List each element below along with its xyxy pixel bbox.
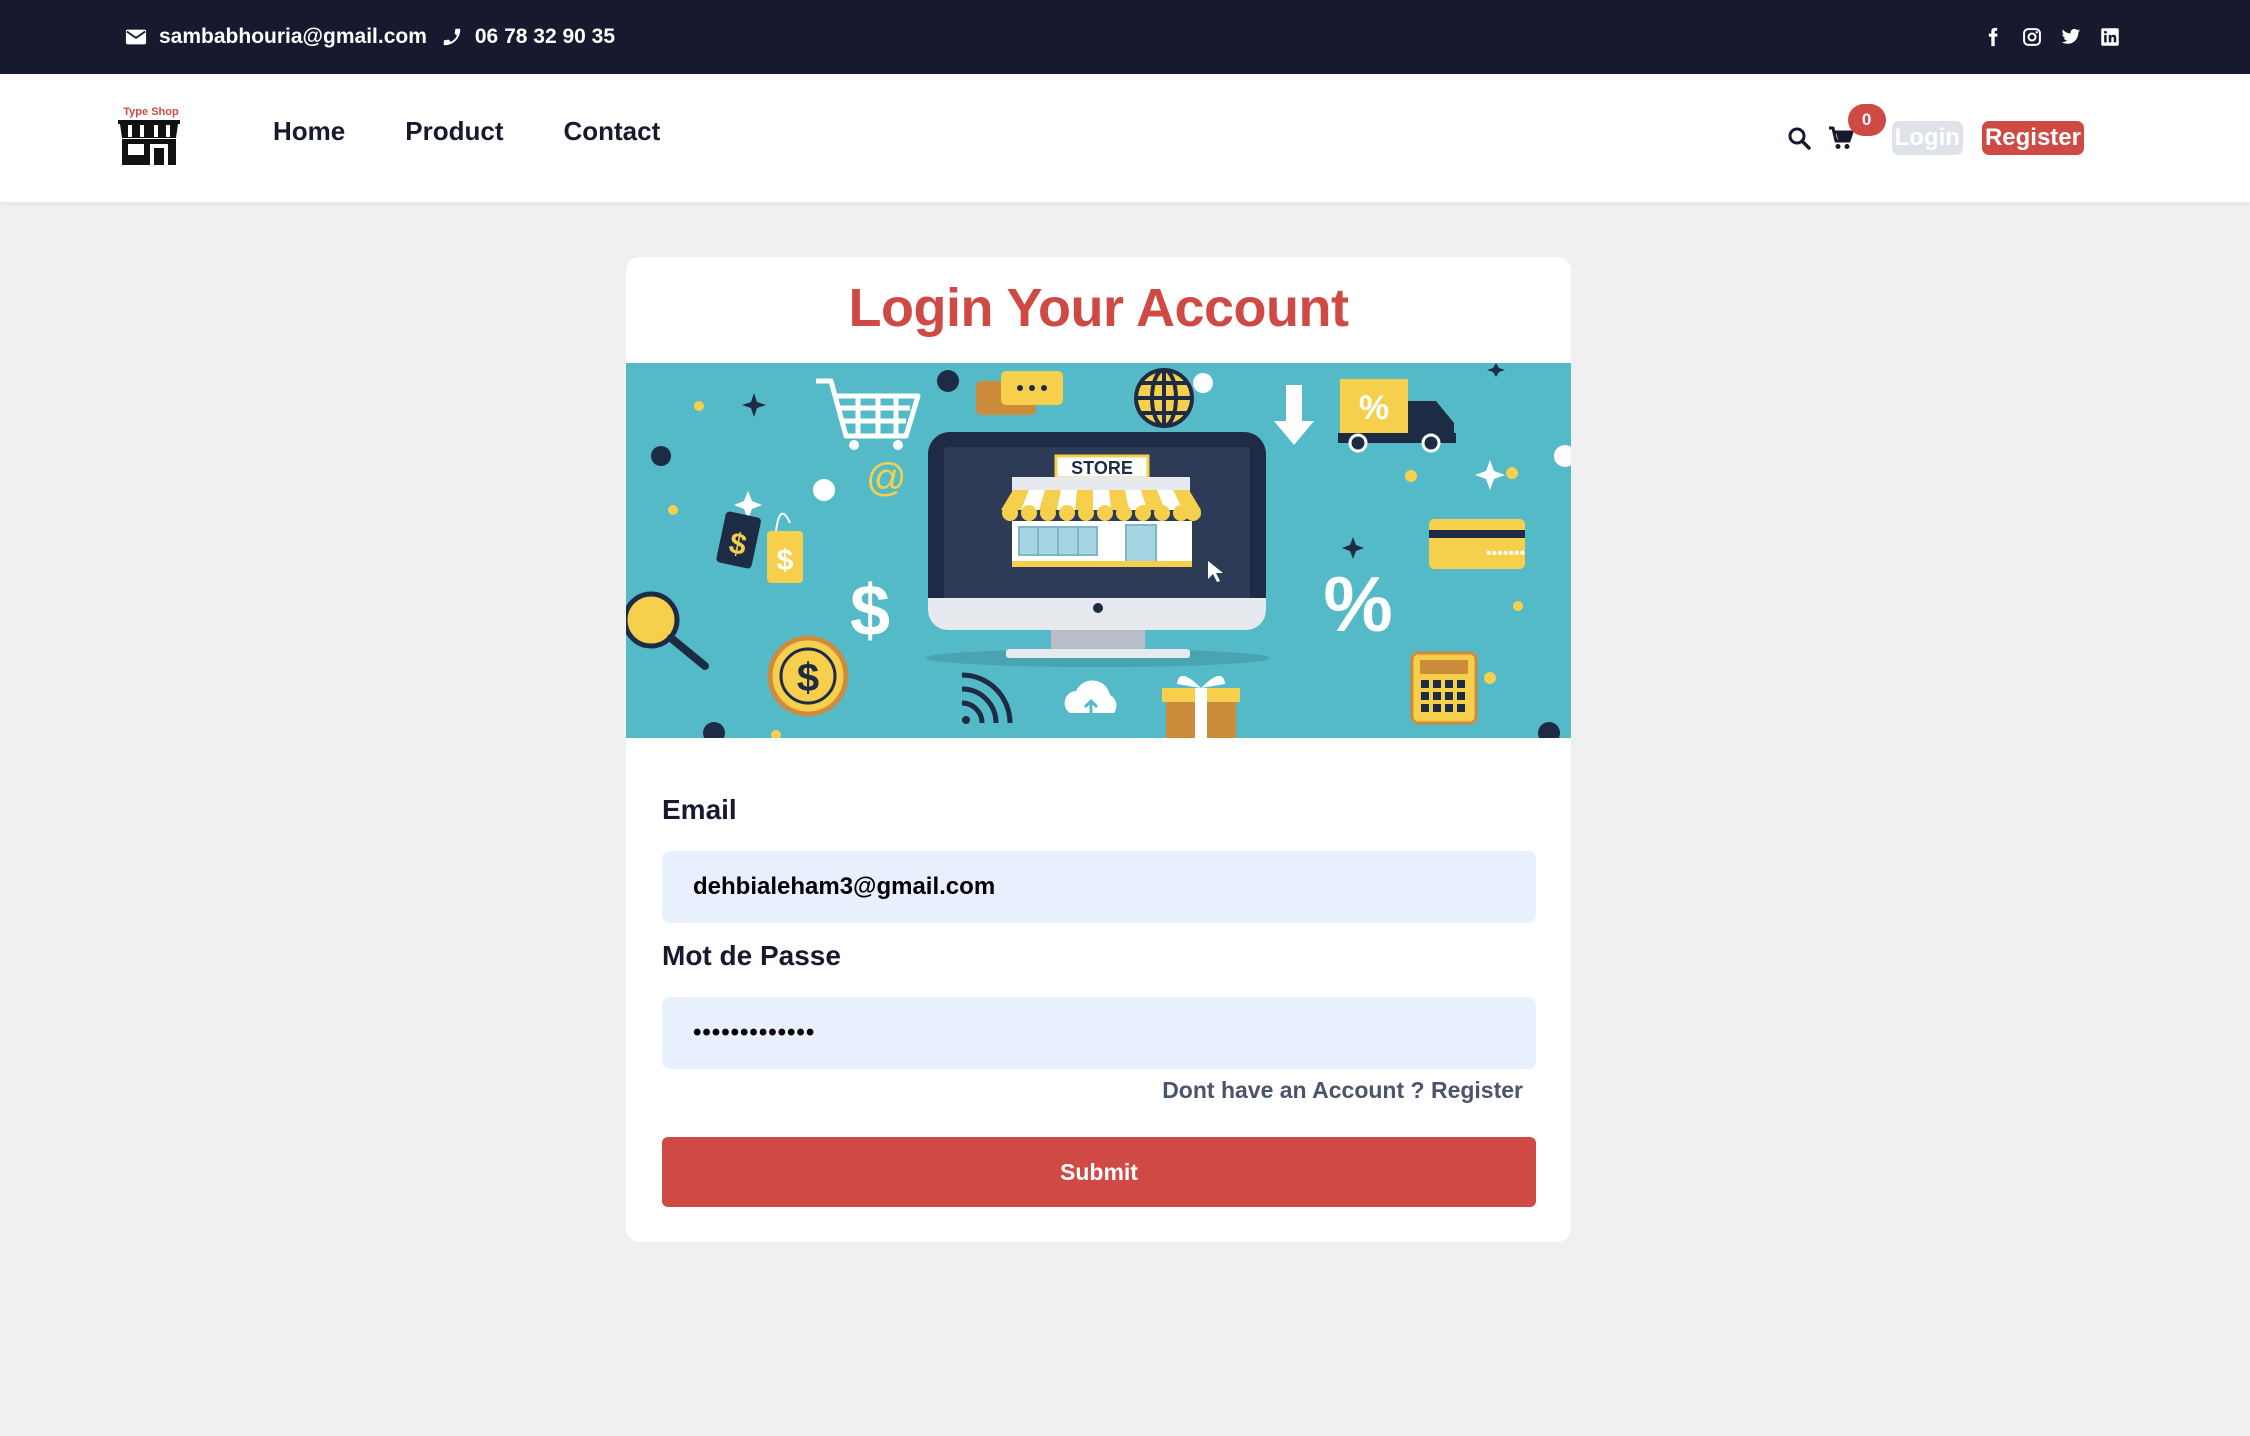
- register-button[interactable]: Register: [1981, 121, 2084, 155]
- social-links: [1983, 0, 2120, 74]
- envelope-icon: [125, 29, 147, 45]
- phone-icon: [443, 28, 461, 46]
- contact-phone[interactable]: 06 78 32 90 35: [475, 25, 615, 49]
- svg-text:$: $: [850, 571, 890, 651]
- page-title: Login Your Account: [848, 278, 1349, 338]
- register-link[interactable]: Dont have an Account ? Register: [1162, 1077, 1523, 1104]
- svg-text:$: $: [797, 656, 819, 700]
- login-card: Login Your Account % @ $ $ $ $ STORE % •…: [626, 257, 1571, 1242]
- instagram-icon[interactable]: [2022, 27, 2042, 47]
- cart-count-badge: 0: [1847, 104, 1886, 136]
- nav-product-link[interactable]: Product: [405, 116, 503, 147]
- submit-button[interactable]: Submit: [662, 1137, 1536, 1207]
- nav-actions: 0 Login Register: [1787, 104, 2084, 156]
- svg-text:•••••••: •••••••: [1486, 545, 1525, 562]
- linkedin-icon[interactable]: [2100, 27, 2120, 47]
- store-banner-image: % @ $ $ $ $ STORE % •••••••: [626, 363, 1571, 738]
- top-bar: sambabhouria@gmail.com 06 78 32 90 35: [0, 0, 2250, 74]
- facebook-icon[interactable]: [1983, 27, 2003, 47]
- banner-store-sign: STORE: [1071, 458, 1133, 478]
- svg-text:%: %: [1323, 560, 1392, 648]
- email-field[interactable]: [662, 851, 1536, 923]
- shop-logo-icon[interactable]: [114, 106, 184, 168]
- search-icon[interactable]: [1787, 126, 1811, 150]
- twitter-icon[interactable]: [2061, 27, 2081, 47]
- password-label: Mot de Passe: [662, 940, 841, 971]
- contact-info: sambabhouria@gmail.com 06 78 32 90 35: [125, 0, 629, 74]
- svg-text:$: $: [777, 544, 794, 577]
- svg-text:%: %: [1359, 389, 1389, 427]
- nav-contact-link[interactable]: Contact: [563, 116, 660, 147]
- cart-button[interactable]: 0: [1828, 104, 1886, 151]
- nav-home-link[interactable]: Home: [273, 116, 345, 147]
- login-button[interactable]: Login: [1891, 121, 1963, 155]
- password-field[interactable]: [662, 997, 1536, 1069]
- nav-links: Home Product Contact: [273, 116, 660, 147]
- svg-text:@: @: [866, 456, 907, 500]
- email-label: Email: [662, 794, 737, 825]
- contact-email[interactable]: sambabhouria@gmail.com: [159, 25, 427, 49]
